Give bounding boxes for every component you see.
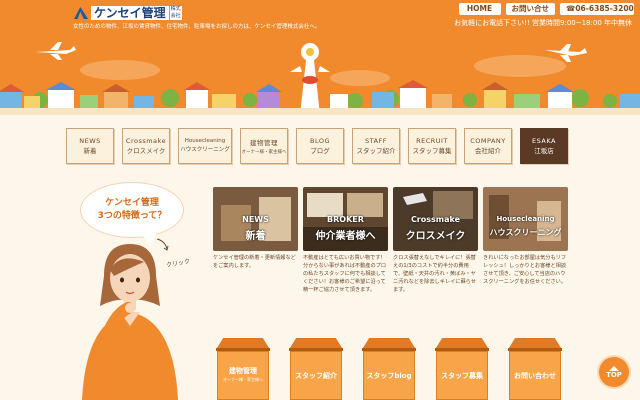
nav-recruit-en: RECRUIT: [416, 137, 448, 145]
house-staff-label: スタッフ紹介: [295, 371, 337, 380]
nav-staff[interactable]: STAFF スタッフ紹介: [352, 128, 400, 164]
feature-crossmake-subtitle: クロスメイク: [405, 231, 466, 242]
house-body: 建物管理オーナー様・家主様へ: [217, 351, 269, 400]
nav-esaka[interactable]: ESAKA 江坂店: [520, 128, 568, 164]
nav-building[interactable]: 建物管理 オーナー様・家主様へ: [240, 128, 288, 164]
back-to-top-button[interactable]: TOP: [599, 357, 629, 387]
house-recruit-label: スタッフ募集: [441, 371, 483, 380]
top-label: TOP: [606, 370, 622, 379]
feature-broker[interactable]: BROKER 仲介業者様へ 不動産はとても広いお買い物です！分からない事があれば…: [303, 187, 388, 294]
feature-news-image[interactable]: NEWS 新着: [213, 187, 298, 251]
nav-recruit[interactable]: RECRUIT スタッフ募集: [408, 128, 456, 164]
nav-news-en: NEWS: [79, 137, 101, 145]
nav-staff-jp: スタッフ紹介: [356, 147, 396, 155]
feature-broker-desc: 不動産はとても広いお買い物です！分からない事があれば不動産のプロの私たちスタッフ…: [303, 255, 387, 293]
house-body: スタッフ紹介: [290, 351, 342, 400]
feature-broker-title: BROKER: [327, 215, 364, 224]
header: ケンセイ管理 株式会社 女性のための物件、江坂の賃貸物件、住宅物件、駐車場をお探…: [0, 0, 640, 115]
nav-esaka-jp: 江坂店: [534, 147, 554, 155]
feature-housecleaning[interactable]: Housecleaning ハウスクリーニング きれいになったお部屋は気分もリフ…: [483, 187, 568, 294]
feature-housecleaning-desc: きれいになったお部屋は気分もリフレッシュ！しっかりとお客様と相談させて頂き、ご安…: [483, 255, 567, 285]
feature-housecleaning-title: Housecleaning: [496, 215, 555, 223]
nav-blog-jp: ブログ: [310, 147, 330, 155]
house-staff-blog[interactable]: スタッフblog: [358, 338, 420, 400]
feature-housecleaning-image[interactable]: Housecleaning ハウスクリーニング: [483, 187, 568, 251]
nav-housecleaning-en: Housecleaning: [184, 138, 226, 144]
feature-broker-image[interactable]: BROKER 仲介業者様へ: [303, 187, 388, 251]
nav-company[interactable]: COMPANY 会社紹介: [464, 128, 512, 164]
tower-of-sun-icon: [290, 43, 330, 115]
mascot-woman-illustration: [82, 244, 178, 400]
nav-blog[interactable]: BLOG ブログ: [296, 128, 344, 164]
feature-news[interactable]: NEWS 新着 ケンセイ管理の新着・更新情報などをご案内します。: [213, 187, 298, 294]
speech-bubble: ケンセイ管理 3つの特徴って？: [80, 182, 184, 238]
nav-crossmake[interactable]: Crossmake クロスメイク: [122, 128, 170, 164]
house-body: スタッフblog: [363, 351, 415, 400]
house-blog-label: スタッフblog: [366, 371, 412, 380]
nav-company-jp: 会社紹介: [475, 147, 501, 155]
house-inquiry-label: お問い合わせ: [514, 371, 556, 380]
bubble-line1: ケンセイ管理: [105, 198, 159, 208]
nav-company-en: COMPANY: [470, 137, 506, 145]
nav-housecleaning[interactable]: Housecleaning ハウスクリーニング: [178, 128, 232, 164]
feature-news-title: NEWS: [242, 215, 269, 224]
nav-news-jp: 新着: [83, 147, 97, 155]
house-body: お問い合わせ: [509, 351, 561, 400]
nav-recruit-jp: スタッフ募集: [412, 147, 452, 155]
house-building-label: 建物管理: [229, 367, 257, 375]
nav-building-en: 建物管理: [250, 139, 278, 147]
feature-crossmake[interactable]: Crossmake クロスメイク クロス張替えなしでキレイに！張替えの1/3のコ…: [393, 187, 478, 294]
feature-broker-subtitle: 仲介業者様へ: [315, 231, 376, 242]
house-building-sub: オーナー様・家主様へ: [223, 377, 263, 382]
nav-crossmake-jp: クロスメイク: [126, 147, 166, 155]
nav-blog-en: BLOG: [309, 137, 330, 145]
feature-crossmake-title: Crossmake: [410, 215, 461, 224]
house-body: スタッフ募集: [436, 351, 488, 400]
nav-housecleaning-jp: ハウスクリーニング: [180, 147, 230, 153]
nav-crossmake-en: Crossmake: [125, 137, 167, 145]
main-nav: NEWS 新着 Crossmake クロスメイク Housecleaning ハ…: [66, 128, 568, 164]
house-staff-intro[interactable]: スタッフ紹介: [285, 338, 347, 400]
house-building-management[interactable]: 建物管理オーナー様・家主様へ: [212, 338, 274, 400]
feature-news-desc: ケンセイ管理の新着・更新情報などをご案内します。: [213, 255, 296, 269]
town-scenery: [0, 42, 640, 115]
airplane-icon: [36, 42, 76, 60]
feature-crossmake-image[interactable]: Crossmake クロスメイク: [393, 187, 478, 251]
nav-staff-en: STAFF: [364, 137, 388, 145]
feature-housecleaning-subtitle: ハウスクリーニング: [489, 228, 562, 237]
feature-crossmake-desc: クロス張替えなしでキレイに！張替えの1/3のコストで約半分の費用で、壁紙・天井の…: [393, 255, 476, 293]
house-inquiry[interactable]: お問い合わせ: [504, 338, 566, 400]
nav-news[interactable]: NEWS 新着: [66, 128, 114, 164]
house-staff-recruit[interactable]: スタッフ募集: [431, 338, 493, 400]
nav-esaka-en: ESAKA: [532, 137, 556, 145]
nav-building-jp: オーナー様・家主様へ: [241, 150, 287, 155]
bubble-line2: 3つの特徴って？: [97, 211, 167, 221]
feature-news-subtitle: 新着: [245, 231, 266, 242]
